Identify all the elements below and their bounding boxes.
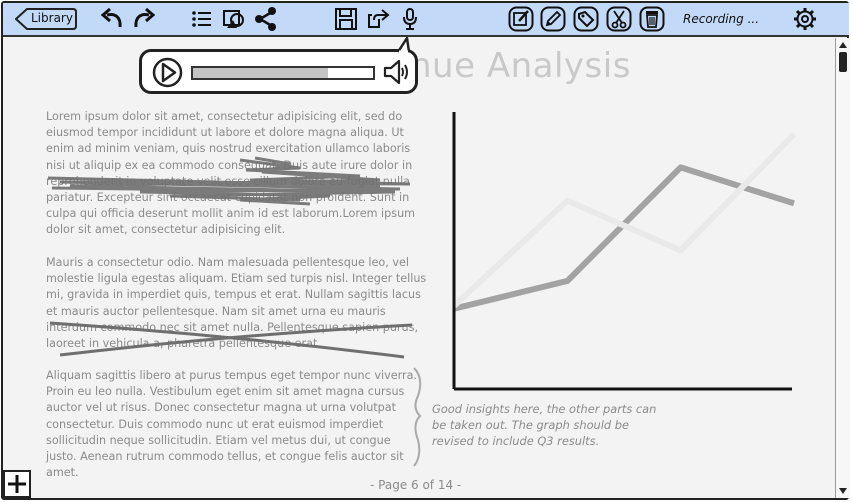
page-title: nue Analysis: [410, 46, 631, 86]
scroll-down-icon[interactable]: [837, 486, 849, 496]
gear-icon: [794, 8, 816, 30]
edit-note-button[interactable]: [508, 6, 534, 32]
library-button[interactable]: Library: [15, 8, 77, 30]
list-button[interactable]: [189, 6, 215, 32]
trash-button[interactable]: [639, 6, 665, 32]
pencil-icon: [540, 6, 566, 32]
line-chart: [451, 112, 797, 391]
library-label: Library: [31, 11, 73, 25]
save-button[interactable]: [333, 6, 359, 32]
scissors-icon: [606, 6, 632, 32]
body-paragraph-1: Lorem ipsum dolor sit amet, consectetur …: [46, 110, 416, 237]
vertical-scrollbar[interactable]: [835, 38, 850, 498]
body-paragraph-2: Mauris a consectetur odio. Nam malesuada…: [46, 256, 427, 351]
speaker-icon: [383, 59, 408, 85]
settings-button[interactable]: [792, 6, 818, 32]
scissors-button[interactable]: [606, 6, 632, 32]
play-icon: [152, 57, 183, 88]
microphone-icon: [403, 8, 417, 30]
undo-button[interactable]: [99, 6, 125, 32]
page-indicator: - Page 6 of 14 -: [370, 478, 462, 492]
audio-popup-tail: [396, 37, 411, 53]
microphone-button[interactable]: [397, 6, 423, 32]
redo-icon: [134, 7, 156, 28]
toolbar: Library Recording ...: [3, 3, 849, 37]
play-button[interactable]: [152, 57, 183, 88]
scroll-thumb[interactable]: [839, 52, 847, 72]
tag-icon: [573, 6, 599, 32]
audio-player: [139, 49, 418, 94]
list-icon: [192, 11, 211, 27]
tag-button[interactable]: [573, 6, 599, 32]
share-button[interactable]: [253, 6, 279, 32]
trash-icon: [639, 6, 665, 32]
share-icon: [255, 7, 276, 31]
margin-annotation: Good insights here, the other parts can …: [432, 402, 657, 448]
pencil-button[interactable]: [540, 6, 566, 32]
undo-icon: [100, 7, 122, 28]
export-icon: [368, 9, 390, 28]
export-button[interactable]: [366, 6, 392, 32]
recording-status: Recording ...: [683, 12, 760, 26]
plus-icon: [8, 475, 26, 493]
add-page-button[interactable]: [3, 470, 31, 498]
save-icon: [335, 8, 357, 30]
image-icon: [223, 10, 244, 28]
audio-progress-fill: [193, 68, 328, 78]
audio-progress-bar[interactable]: [191, 66, 375, 80]
body-paragraph-3: Aliquam sagittis libero at purus tempus …: [46, 369, 418, 480]
volume-button[interactable]: [382, 57, 412, 87]
scroll-up-icon[interactable]: [837, 40, 849, 50]
redo-button[interactable]: [131, 6, 157, 32]
edit-note-icon: [508, 6, 534, 32]
image-button[interactable]: [221, 6, 247, 32]
